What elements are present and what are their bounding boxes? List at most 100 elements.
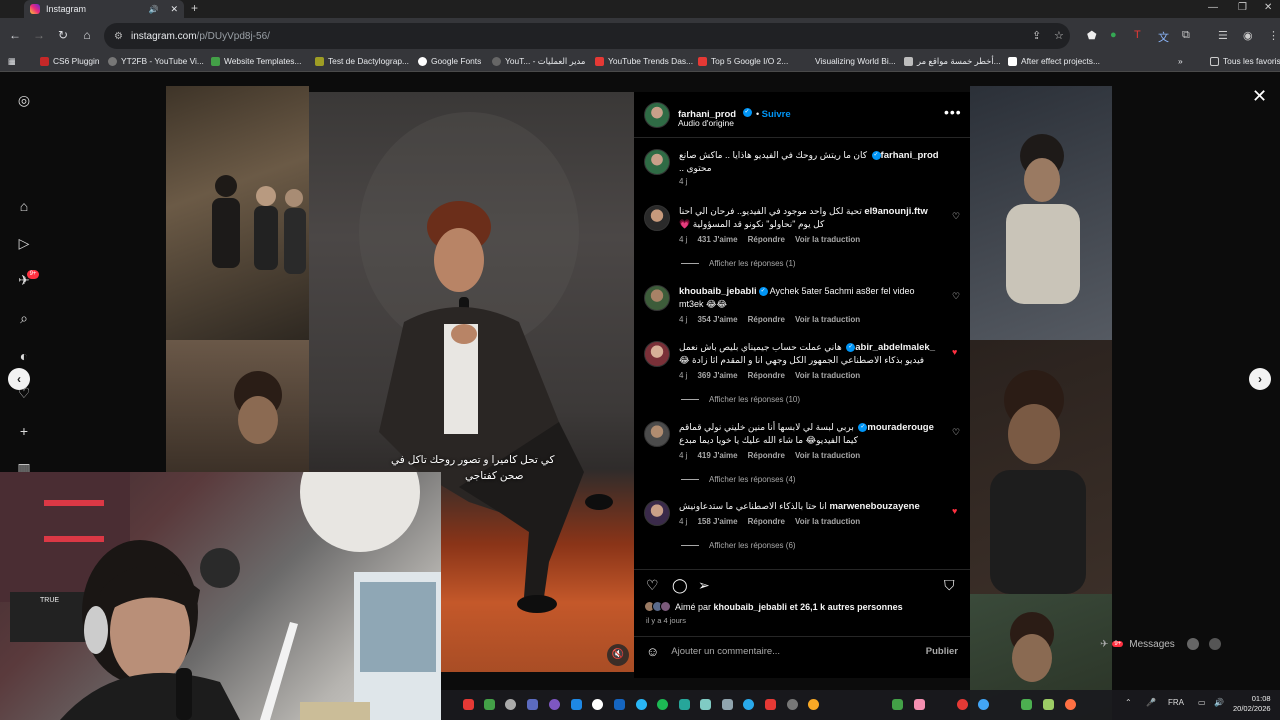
comment-username[interactable]: khoubaib_jebabli (679, 286, 757, 297)
audio-label[interactable]: Audio d'origine (678, 118, 734, 128)
avatar[interactable] (644, 285, 670, 311)
reply-button[interactable]: Répondre (748, 315, 785, 324)
background-thumbnail[interactable] (970, 340, 1112, 594)
minimize-icon[interactable]: — (1208, 2, 1218, 13)
tab-audio-icon[interactable]: 🔊 (148, 5, 158, 14)
comment-likes[interactable]: 158 J'aime (697, 517, 737, 526)
extensions-icon[interactable]: ⧉ (1182, 29, 1190, 42)
app-taskbar-icon[interactable] (914, 699, 925, 710)
background-thumbnail[interactable] (970, 86, 1112, 340)
bookmark-item[interactable]: YouT... - مدير العمليات (492, 56, 585, 66)
reply-button[interactable]: Répondre (748, 517, 785, 526)
tray-overflow-icon[interactable]: ⌃ (1125, 698, 1132, 707)
app-taskbar-icon[interactable] (1021, 699, 1032, 710)
emoji-icon[interactable]: ☺ (646, 644, 659, 659)
comment-username[interactable]: abir_abdelmalek_ (855, 342, 935, 353)
view-replies-button[interactable]: Afficher les réponses (4) (681, 475, 796, 484)
comment-likes[interactable]: 431 J'aime (697, 235, 737, 244)
mute-icon[interactable]: 🔇 (607, 644, 629, 666)
forward-icon[interactable]: → (27, 28, 51, 42)
network-icon[interactable]: ▭ (1198, 698, 1206, 707)
home-icon[interactable]: ⌂ (75, 28, 99, 42)
reels-nav-icon[interactable]: ▷ (16, 235, 32, 251)
reply-button[interactable]: Répondre (748, 371, 785, 380)
reply-button[interactable]: Répondre (748, 451, 785, 460)
app-taskbar-icon[interactable] (978, 699, 989, 710)
app-taskbar-icon[interactable] (957, 699, 968, 710)
app-taskbar-icon[interactable] (571, 699, 582, 710)
bookmark-item[interactable]: Top 5 Google I/O 2... (698, 56, 788, 66)
site-info-icon[interactable]: ⚙ (114, 31, 123, 42)
reload-icon[interactable]: ↻ (51, 28, 75, 42)
comment-likes[interactable]: 354 J'aime (697, 315, 737, 324)
liked-by-others[interactable]: et 26,1 k autres personnes (790, 602, 903, 612)
address-bar[interactable]: ⚙ instagram.com/p/DUyVpd8j-56/ (104, 23, 1070, 49)
view-replies-button[interactable]: Afficher les réponses (6) (681, 541, 796, 550)
explore-nav-icon[interactable]: ◐ (16, 348, 32, 364)
window-close-icon[interactable]: ✕ (1264, 2, 1272, 13)
bookmark-item[interactable]: أخطر خمسة مواقع مر... (904, 56, 1001, 66)
profile-icon[interactable]: ◉ (1243, 29, 1253, 42)
app-taskbar-icon[interactable] (1065, 699, 1076, 710)
author-avatar[interactable] (644, 102, 670, 128)
avatar[interactable] (644, 421, 670, 447)
app-taskbar-icon[interactable] (787, 699, 798, 710)
app-taskbar-icon[interactable] (614, 699, 625, 710)
app-taskbar-icon[interactable] (636, 699, 647, 710)
telegram-taskbar-icon[interactable] (743, 699, 754, 710)
comment-username[interactable]: marwenebouzayene (829, 501, 919, 512)
app-taskbar-icon[interactable] (1043, 699, 1054, 710)
avatar[interactable] (644, 149, 670, 175)
view-replies-button[interactable]: Afficher les réponses (1) (681, 259, 796, 268)
translate-button[interactable]: Voir la traduction (795, 315, 860, 324)
like-comment-icon[interactable]: ♡ (952, 211, 960, 222)
app-taskbar-icon[interactable] (592, 699, 603, 710)
comment-username[interactable]: el9anounji.ftw (864, 206, 927, 217)
avatar[interactable] (644, 500, 670, 526)
app-taskbar-icon[interactable] (892, 699, 903, 710)
back-icon[interactable]: ← (3, 28, 27, 42)
translate-button[interactable]: Voir la traduction (795, 235, 860, 244)
extension-red-icon[interactable]: T (1134, 29, 1141, 41)
avatar[interactable] (644, 341, 670, 367)
view-replies-button[interactable]: Afficher les réponses (10) (681, 395, 800, 404)
translate-button[interactable]: Voir la traduction (795, 451, 860, 460)
background-thumbnail[interactable] (166, 86, 309, 340)
translate-icon[interactable]: 文 (1158, 29, 1169, 45)
app-taskbar-icon[interactable] (679, 699, 690, 710)
extension-shield-icon[interactable]: ⬟ (1087, 29, 1097, 42)
comment-username[interactable]: farhani_prod (881, 150, 939, 161)
search-nav-icon[interactable]: ⌕ (16, 310, 32, 326)
app-taskbar-icon[interactable] (527, 699, 538, 710)
comment-likes[interactable]: 419 J'aime (697, 451, 737, 460)
close-modal-icon[interactable]: ✕ (1252, 86, 1267, 107)
like-comment-icon[interactable]: ♡ (952, 427, 960, 438)
volume-icon[interactable]: 🔊 (1214, 698, 1224, 707)
bookmark-item[interactable]: YT2FB - YouTube Vi... (108, 56, 204, 66)
comment-likes[interactable]: 369 J'aime (697, 371, 737, 380)
previous-post-icon[interactable]: ‹ (8, 368, 30, 390)
tab-close-icon[interactable]: ✕ (170, 4, 178, 15)
background-thumbnail[interactable] (166, 340, 309, 478)
app-taskbar-icon[interactable] (505, 699, 516, 710)
bookmark-item[interactable]: Website Templates... (211, 56, 301, 66)
apps-grid-icon[interactable]: ▦ (8, 56, 16, 66)
new-tab-icon[interactable]: + (191, 1, 198, 15)
system-clock[interactable]: 01:08 20/02/2026 (1233, 694, 1271, 714)
follow-button[interactable]: Suivre (762, 109, 791, 120)
bookmark-item[interactable]: Google Fonts (418, 56, 481, 66)
bookmark-item[interactable]: CS6 Pluggin (40, 56, 100, 66)
app-taskbar-icon[interactable] (484, 699, 495, 710)
spotify-taskbar-icon[interactable] (657, 699, 668, 710)
bookmark-item[interactable]: YouTube Trends Das... (595, 56, 693, 66)
translate-button[interactable]: Voir la traduction (795, 371, 860, 380)
bookmarks-overflow-icon[interactable]: » (1178, 56, 1183, 66)
maximize-icon[interactable]: ❐ (1238, 2, 1247, 13)
create-nav-icon[interactable]: + (16, 423, 32, 439)
reply-button[interactable]: Répondre (748, 235, 785, 244)
menu-icon[interactable]: ⋮ (1268, 29, 1279, 42)
liked-comment-icon[interactable]: ♥ (952, 506, 957, 516)
publish-button[interactable]: Publier (926, 646, 958, 657)
tab-instagram[interactable]: Instagram 🔊 ✕ (24, 0, 184, 18)
app-taskbar-icon[interactable] (549, 699, 560, 710)
